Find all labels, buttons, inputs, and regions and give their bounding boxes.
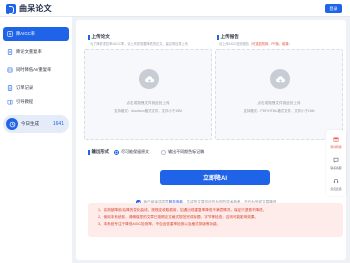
sidebar: 降AIGC率 降论文重复率 同时降低AI/重复率 订单记录 引导教程 今日生成 … xyxy=(0,17,72,263)
rewrite-icon xyxy=(7,31,13,37)
gift-icon xyxy=(333,136,339,144)
sidebar-item-label: 订单记录 xyxy=(16,85,34,90)
float-item-promo[interactable]: 限时特惠 xyxy=(326,133,346,151)
sidebar-item-orders[interactable]: 订单记录 xyxy=(3,81,69,95)
sidebar-item-reduce-both[interactable]: 同时降低AI/重复率 xyxy=(3,63,69,77)
chart-icon xyxy=(6,118,18,130)
notice-line: 3、本系统专注于降低AIGC检测率，不包含查重率检测以及格式排版等功能。 xyxy=(98,221,221,226)
login-button[interactable]: 登录 xyxy=(325,4,342,13)
float-item-label: 联系客服 xyxy=(330,165,342,170)
upload-paper-format: 支持格式：doc/docx格式文件，文件小于15M xyxy=(114,109,182,113)
sidebar-item-reduce-duplicate[interactable]: 降论文重复率 xyxy=(3,45,69,59)
float-item-label: 意见反馈 xyxy=(330,186,342,191)
output-option-color-marked-radio[interactable] xyxy=(161,149,167,155)
output-option-keep-original[interactable]: 尽可能保留原文 xyxy=(121,149,149,155)
output-option-color-marked[interactable]: 输出不同颜色标记稿 xyxy=(168,149,204,155)
sidebar-item-label: 引导教程 xyxy=(16,99,34,104)
floating-panel: 限时特惠 联系客服 意见反馈 xyxy=(326,130,346,196)
logo-icon xyxy=(6,3,16,14)
notice-box: 1、实测被降前/后降的变化曲线，按规定收取费用，如遇出现重复率降低不满意情况，保… xyxy=(88,203,343,237)
sidebar-item-label: 降AIGC率 xyxy=(16,31,36,36)
today-label: 今日生成 xyxy=(21,121,39,126)
order-icon xyxy=(7,85,13,91)
upload-report-dropzone[interactable]: 点击或拖拽文件到此处上传 支持格式：PDF/HTML格式文件，文件小于15M xyxy=(215,49,343,140)
upload-report-hint: 请上传AIGC检测报告（可选如知网、PP版、维普） xyxy=(219,42,292,46)
upload-paper-dropzone[interactable]: 点击或拖拽文件到此处上传 支持格式：doc/docx格式文件，文件小于15M xyxy=(84,49,212,140)
sidebar-item-label: 同时降低AI/重复率 xyxy=(16,67,52,72)
upload-paper-title: 上传论文 xyxy=(88,34,110,40)
book-icon xyxy=(7,99,13,105)
top-bar: 曲呆论文 登录 xyxy=(0,0,350,17)
output-format-row: 输出形式 尽可能保留原文 输出不同颜色标记稿 xyxy=(88,149,204,155)
sidebar-item-tutorial[interactable]: 引导教程 xyxy=(3,95,69,109)
upload-report-format: 支持格式：PDF/HTML格式文件，文件小于15M xyxy=(243,109,315,113)
upload-report-title: 上传报告 xyxy=(217,34,239,40)
output-format-label: 输出形式 xyxy=(88,149,110,155)
upload-cloud-icon xyxy=(270,69,290,89)
output-option-keep-original-radio[interactable] xyxy=(114,149,120,155)
logo-text: 曲呆论文 xyxy=(19,4,52,13)
layers-icon xyxy=(7,67,13,73)
today-count: 1641 xyxy=(52,121,64,127)
chat-icon xyxy=(333,157,339,165)
float-item-label: 限时特惠 xyxy=(330,144,342,149)
float-item-service[interactable]: 联系客服 xyxy=(326,154,346,172)
today-generated-card: 今日生成 1641 xyxy=(3,115,69,133)
notice-line: 2、使用本系统前，请确保您的文章已按照论文格式规范完成标题、字节等检查，否则可能… xyxy=(98,214,259,219)
document-icon xyxy=(7,49,13,55)
upload-paper-instruction: 点击或拖拽文件到此处上传 xyxy=(126,101,170,105)
generate-button[interactable]: 立即降AI xyxy=(160,170,270,185)
notice-line: 1、实测被降前/后降的变化曲线，按规定收取费用，如遇出现重复率降低不满意情况，保… xyxy=(98,208,267,212)
sidebar-item-label: 降论文重复率 xyxy=(16,49,42,54)
upload-report-instruction: 点击或拖拽文件到此处上传 xyxy=(257,101,301,105)
headset-icon xyxy=(333,178,339,186)
sidebar-item-reduce-aigc[interactable]: 降AIGC率 xyxy=(3,27,69,41)
upload-cloud-icon xyxy=(139,69,159,89)
logo[interactable]: 曲呆论文 xyxy=(6,3,52,14)
upload-paper-hint: 为了降低重复率/AIGC率，请上传您需要降低的论文，建议带目录上传 xyxy=(90,42,188,46)
float-item-feedback[interactable]: 意见反馈 xyxy=(326,175,346,193)
